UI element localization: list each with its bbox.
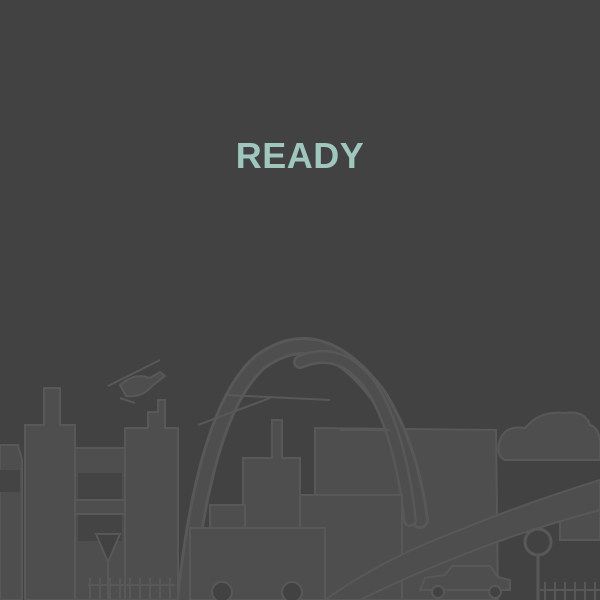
game-screen[interactable]: READY <box>0 0 600 600</box>
helicopter-icon <box>107 359 167 404</box>
cloud-icon <box>497 411 600 461</box>
city-skyline-icon <box>0 337 600 600</box>
